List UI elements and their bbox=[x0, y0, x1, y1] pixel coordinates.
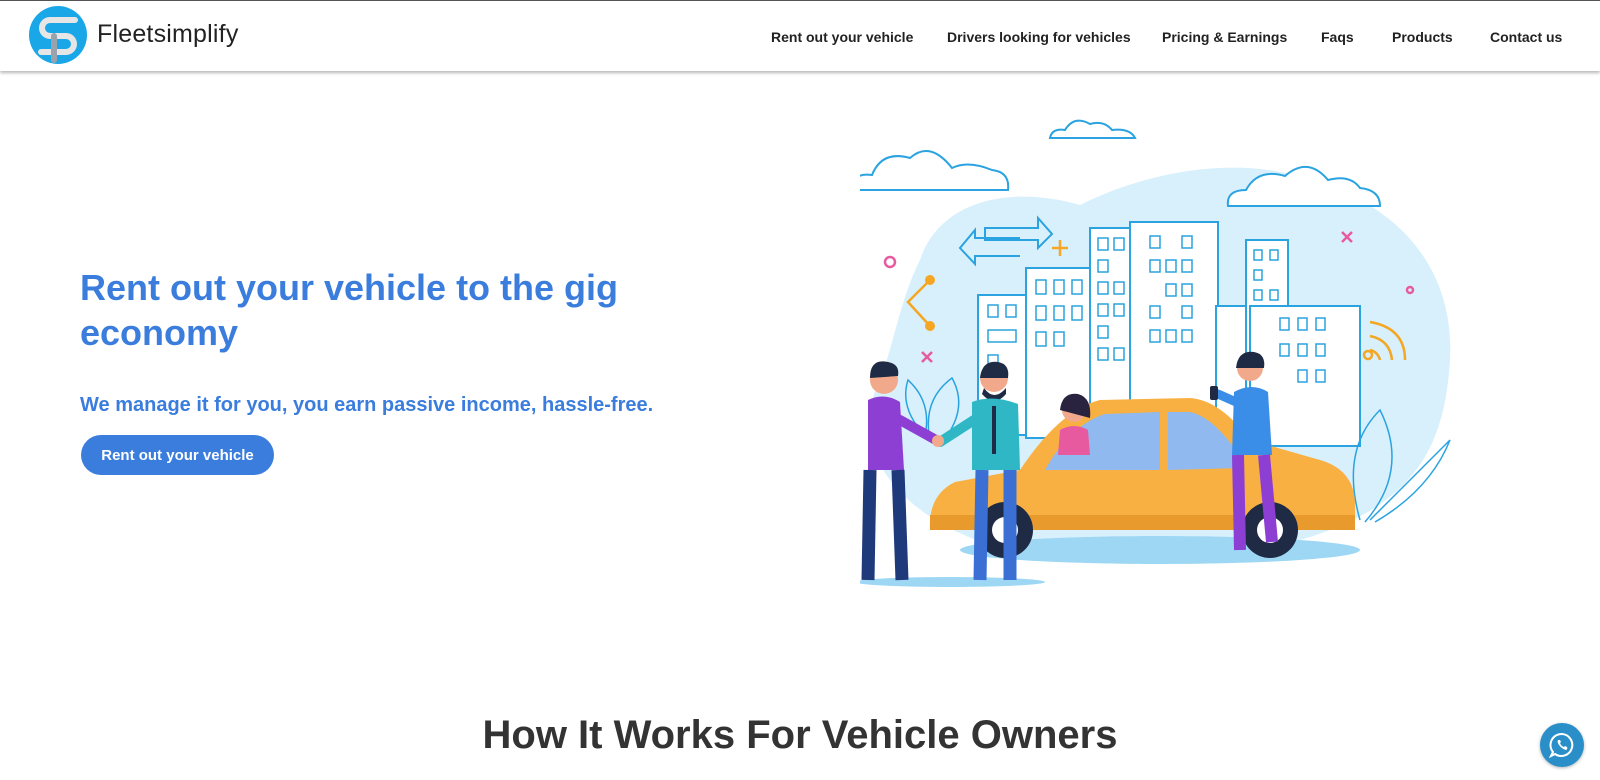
nav-drivers-looking[interactable]: Drivers looking for vehicles bbox=[947, 29, 1131, 45]
nav-products[interactable]: Products bbox=[1392, 29, 1453, 45]
nav-rent-out-vehicle[interactable]: Rent out your vehicle bbox=[771, 29, 913, 45]
whatsapp-chat-button[interactable] bbox=[1540, 723, 1584, 767]
main-nav: Rent out your vehicle Drivers looking fo… bbox=[0, 29, 1600, 51]
hero-subtitle: We manage it for you, you earn passive i… bbox=[80, 394, 654, 416]
hero-title: Rent out your vehicle to the gig economy bbox=[80, 267, 619, 353]
hero-illustration bbox=[860, 119, 1451, 587]
nav-pricing-earnings[interactable]: Pricing & Earnings bbox=[1162, 29, 1287, 45]
site-header: Fleetsimplify Rent out your vehicle Driv… bbox=[0, 1, 1600, 71]
whatsapp-icon bbox=[1549, 732, 1574, 758]
nav-contact-us[interactable]: Contact us bbox=[1490, 29, 1562, 45]
how-it-works-title: How It Works For Vehicle Owners bbox=[482, 713, 1118, 757]
nav-faqs[interactable]: Faqs bbox=[1321, 29, 1354, 45]
rent-out-vehicle-button[interactable]: Rent out your vehicle bbox=[81, 435, 274, 475]
